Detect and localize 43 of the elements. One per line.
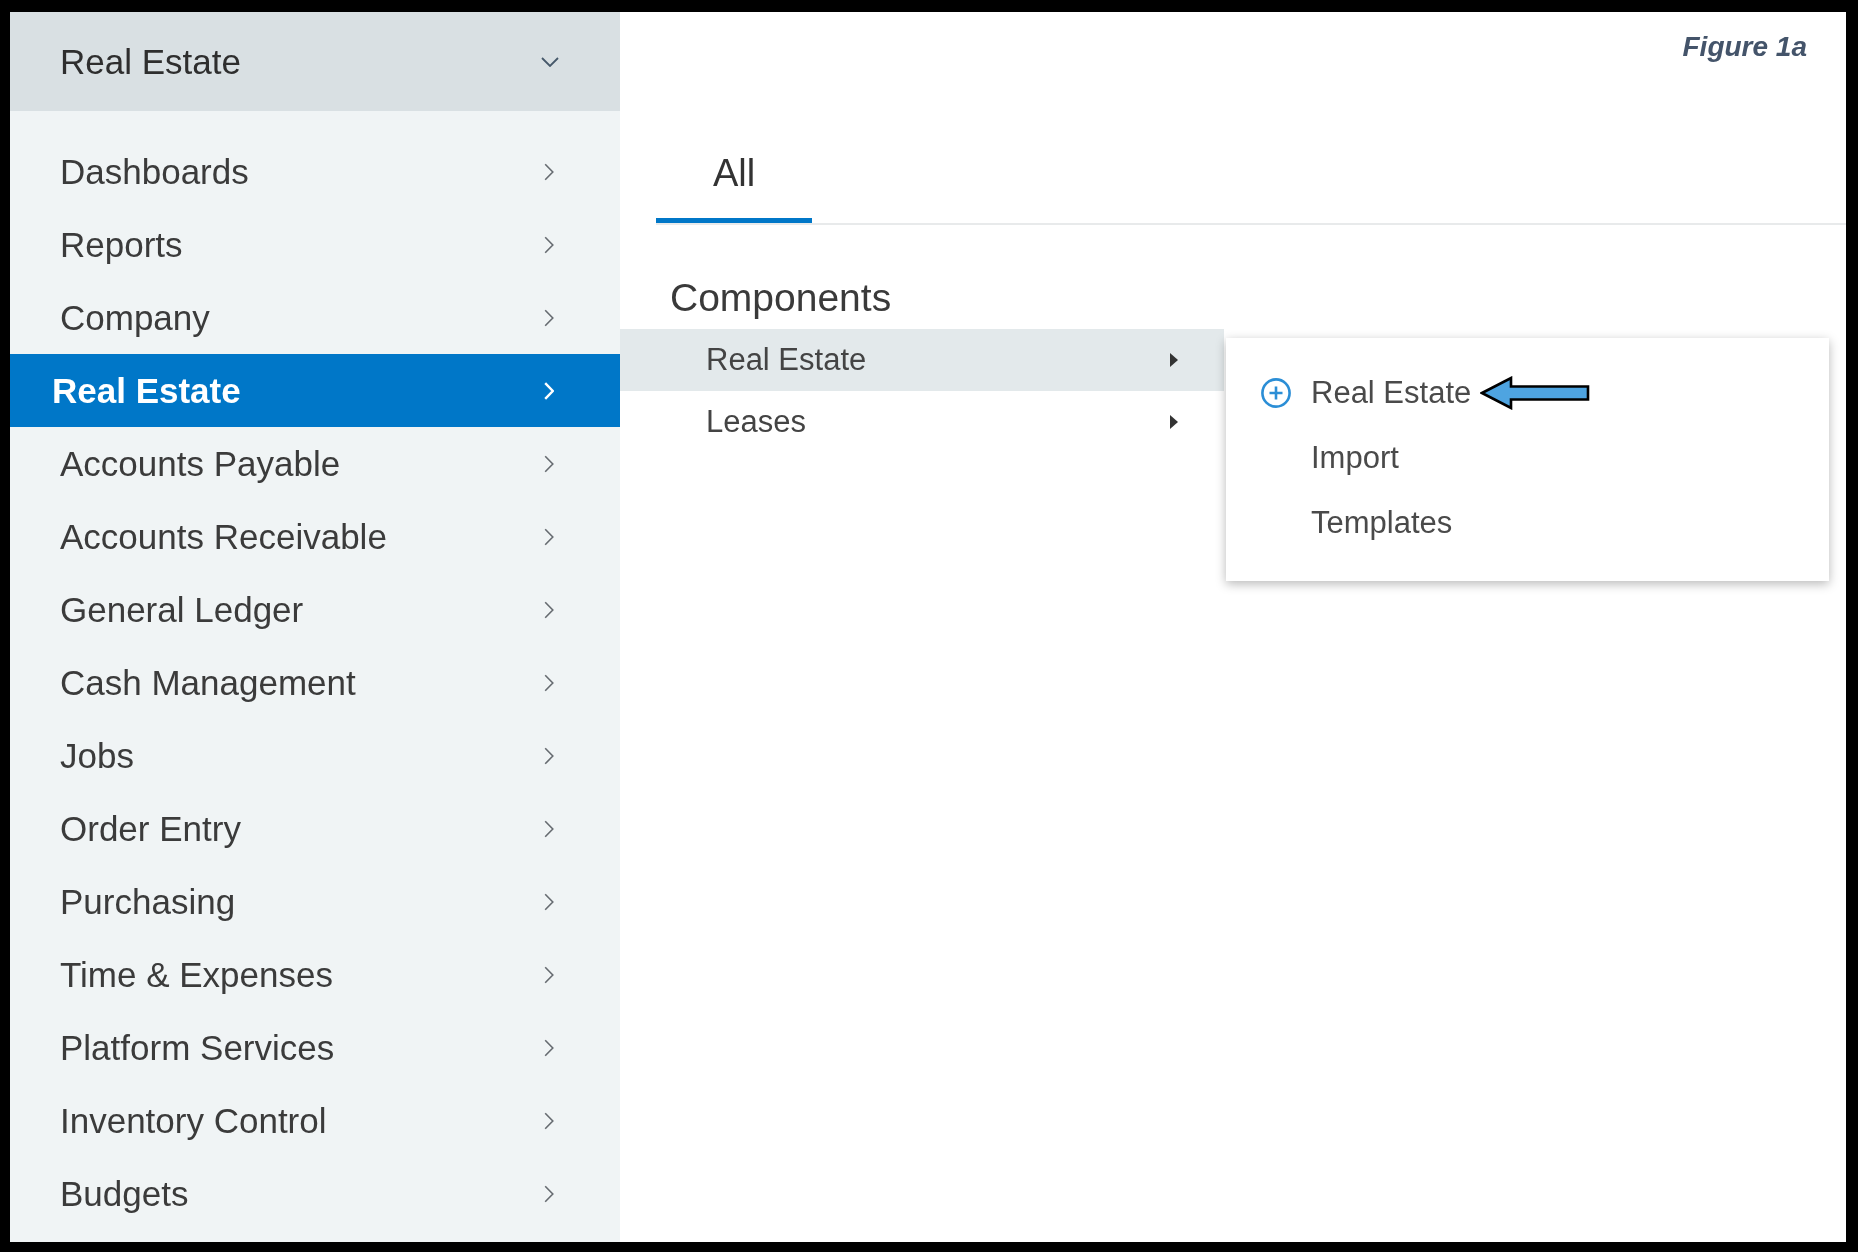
sidebar-item[interactable]: Jobs (10, 719, 620, 792)
chevron-right-icon (544, 673, 554, 692)
sidebar-item[interactable]: Order Entry (10, 792, 620, 865)
chevron-right-icon (544, 454, 554, 473)
figure-label: Figure 1a (1682, 30, 1807, 64)
plus-circle-icon (1261, 377, 1291, 408)
chevron-right-icon (544, 600, 554, 619)
component-item[interactable]: Real Estate (620, 329, 1224, 391)
chevron-right-icon (544, 308, 554, 327)
menu-item[interactable]: Real Estate (1261, 374, 1472, 411)
sidebar-item[interactable]: Reports (10, 208, 620, 281)
caret-right-icon (1170, 415, 1178, 429)
sidebar-item[interactable]: Real Estate (10, 354, 620, 427)
component-item[interactable]: Leases (620, 391, 1224, 453)
menu-item[interactable]: Templates (1311, 504, 1453, 541)
sidebar-item[interactable]: Inventory Control (10, 1084, 620, 1157)
chevron-right-icon (544, 965, 554, 984)
sidebar-item[interactable]: General Ledger (10, 573, 620, 646)
sidebar-item[interactable]: Purchasing (10, 865, 620, 938)
sidebar-item[interactable]: Dashboards (10, 135, 620, 208)
sidebar-item[interactable]: Accounts Receivable (10, 500, 620, 573)
module-dropdown[interactable]: Real Estate (10, 12, 620, 111)
chevron-down-icon (541, 56, 559, 67)
chevron-right-icon (544, 892, 554, 911)
chevron-right-icon (544, 1184, 554, 1203)
chevron-right-icon (544, 746, 554, 765)
chevron-right-icon (544, 1038, 554, 1057)
sidebar-item[interactable]: Platform Services (10, 1011, 620, 1084)
chevron-right-icon (544, 819, 554, 838)
sidebar-item[interactable]: Time & Expenses (10, 938, 620, 1011)
section-heading: Components (670, 276, 892, 320)
tab[interactable]: All (656, 145, 813, 223)
chevron-right-icon (544, 1111, 554, 1130)
sidebar-item[interactable]: Budgets (10, 1157, 620, 1230)
chevron-right-icon (544, 162, 554, 181)
sidebar-item[interactable]: Accounts Payable (10, 427, 620, 500)
menu-item[interactable]: Import (1311, 439, 1399, 476)
chevron-right-icon (544, 381, 554, 400)
chevron-right-icon (544, 235, 554, 254)
caret-right-icon (1170, 353, 1178, 367)
sidebar-item[interactable]: Cash Management (10, 646, 620, 719)
chevron-right-icon (544, 527, 554, 546)
sidebar-item[interactable]: Company (10, 281, 620, 354)
